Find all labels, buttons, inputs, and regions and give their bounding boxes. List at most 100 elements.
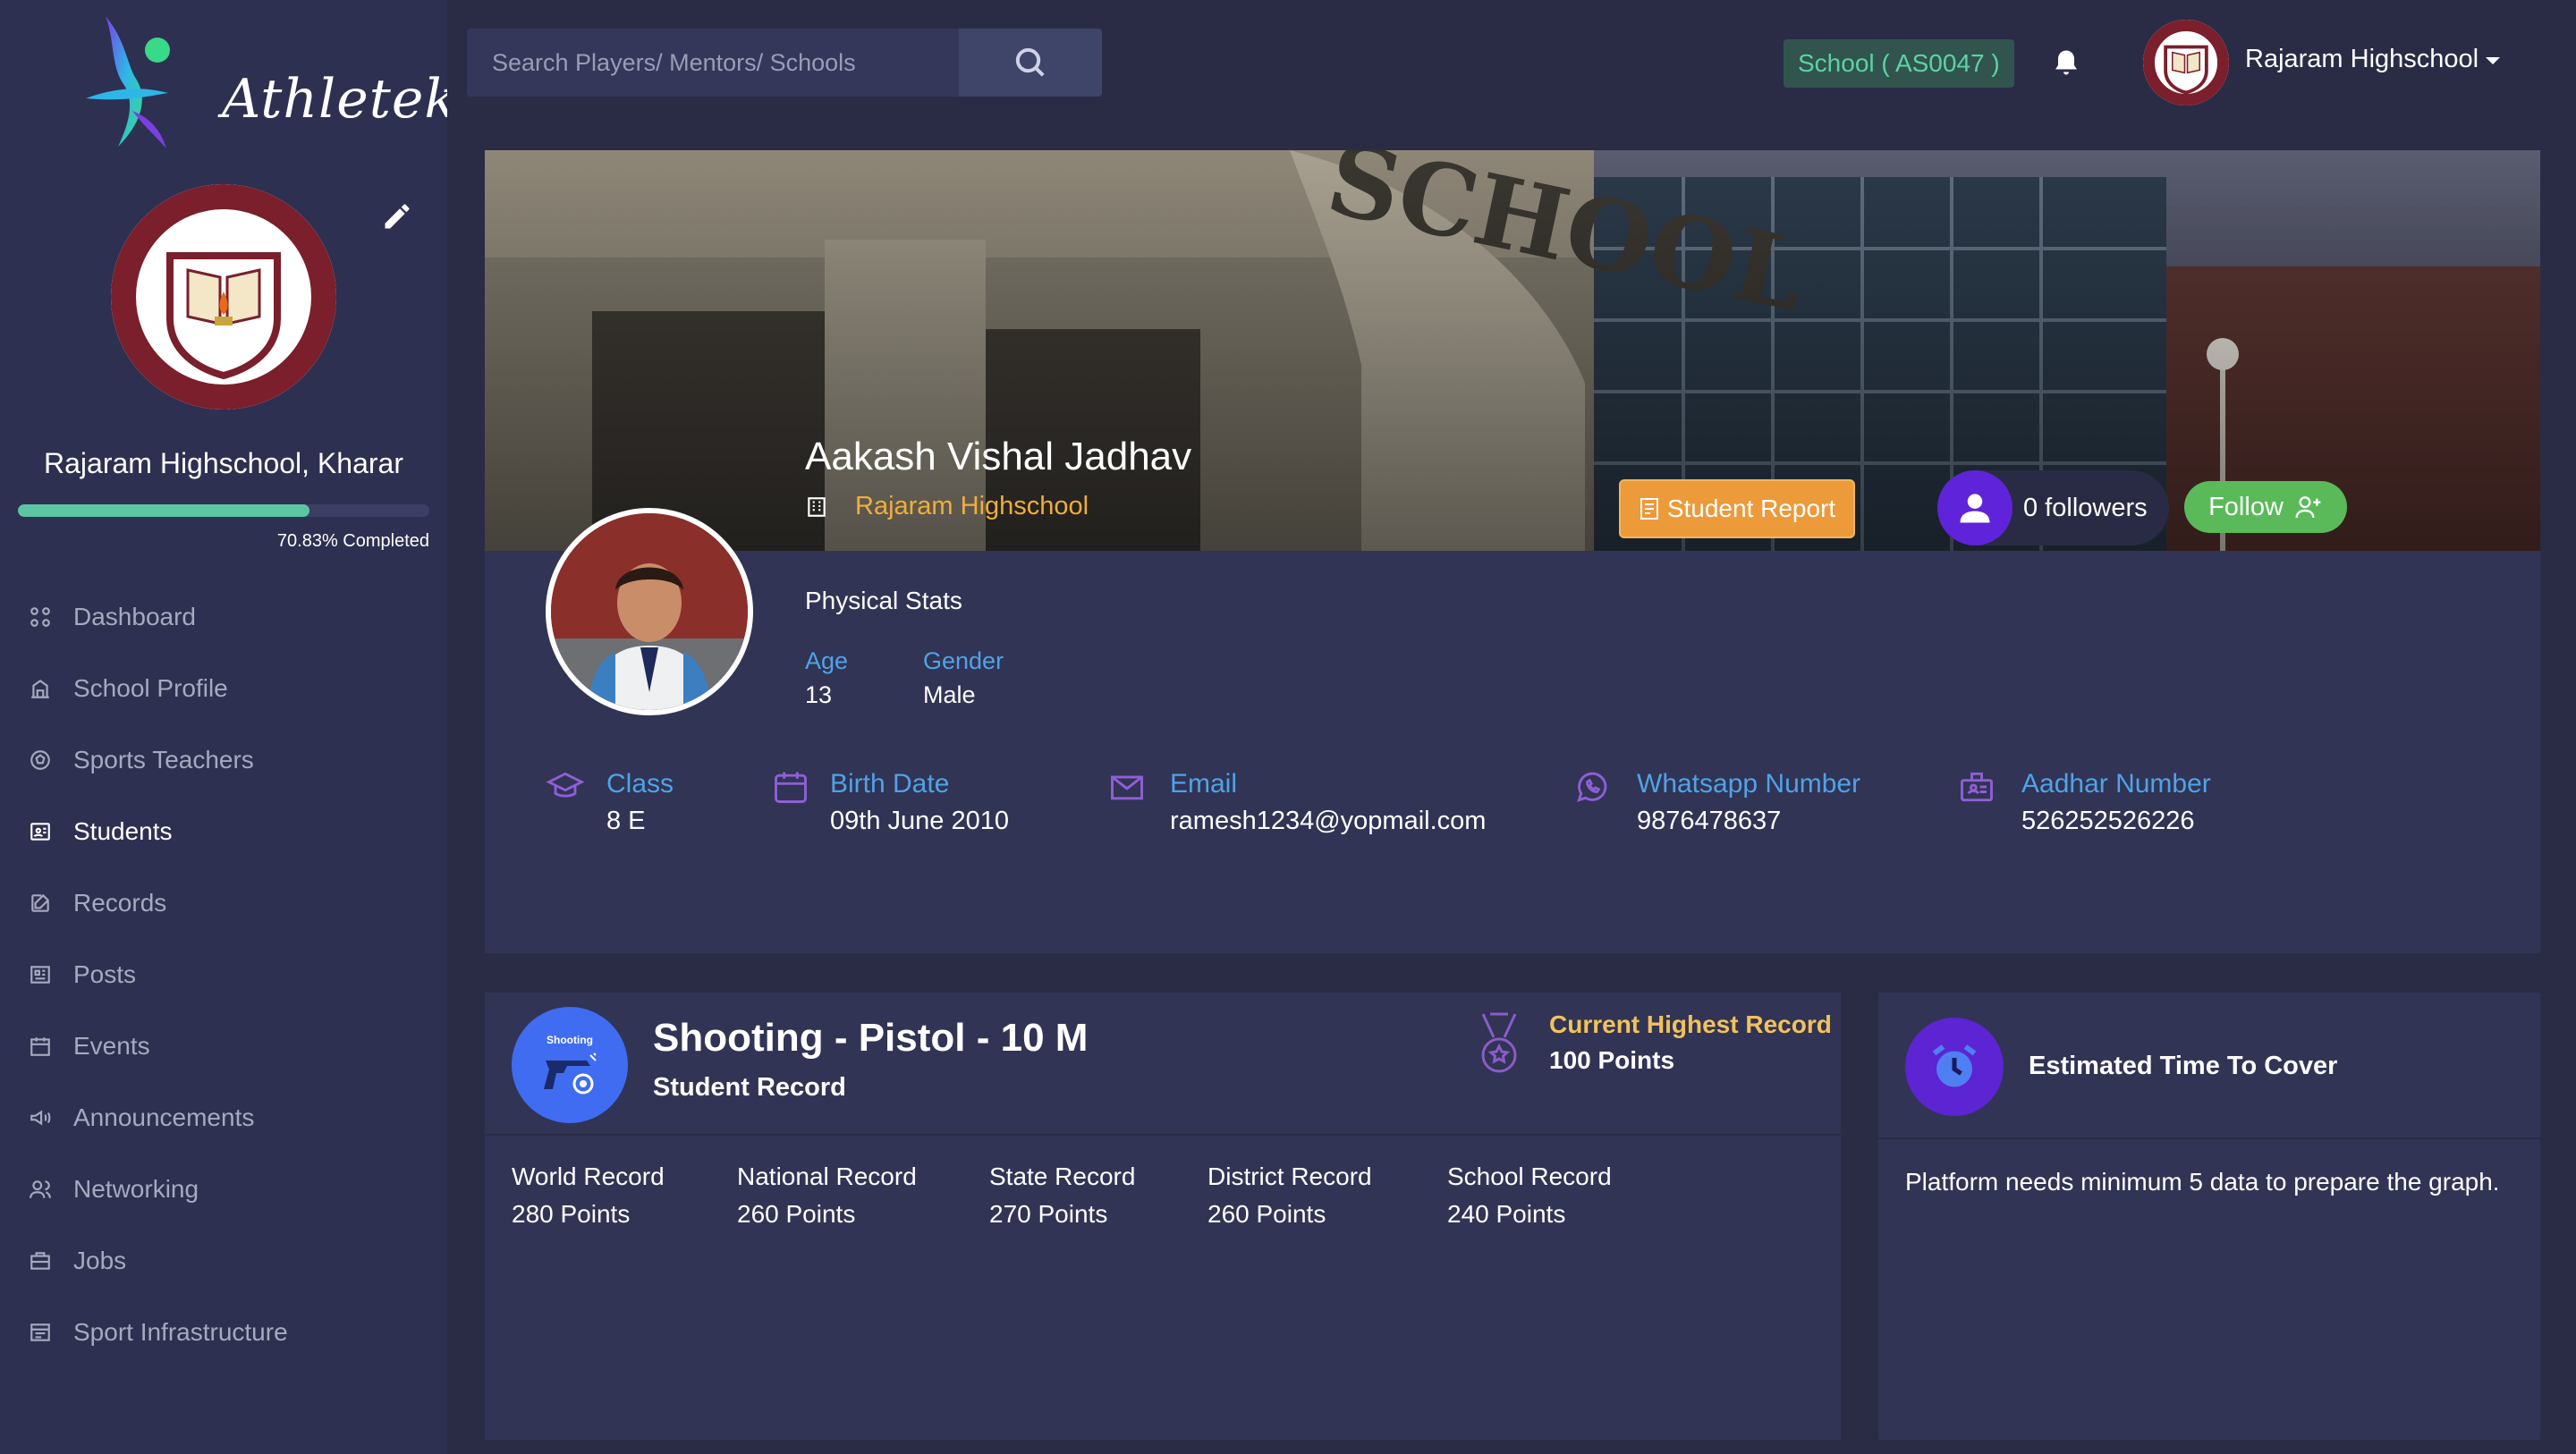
profile-progress-fill — [18, 504, 309, 517]
users-icon — [30, 1180, 51, 1198]
sidebar-item-label: Jobs — [73, 1247, 127, 1274]
student-name: Aakash Vishal Jadhav — [805, 435, 1192, 478]
student-photo-illustration — [551, 513, 748, 710]
whatsapp-value: 9876478637 — [1637, 807, 1782, 835]
record-value: 280 Points — [512, 1200, 631, 1228]
add-user-icon — [2295, 496, 2321, 519]
whatsapp-label: Whatsapp Number — [1637, 769, 1861, 799]
athletekar-logo[interactable]: Athletekar — [79, 13, 516, 156]
age-value: 13 — [805, 681, 833, 708]
medal-icon — [1481, 1012, 1517, 1073]
class-value: 8 E — [606, 807, 646, 835]
world-record: World Record 280 Points — [512, 1162, 665, 1229]
id-badge-icon — [1961, 772, 1993, 802]
caret-down-icon[interactable] — [2485, 55, 2501, 66]
sidebar-item-label: Dashboard — [73, 603, 196, 630]
person-icon — [1960, 494, 1990, 523]
building-icon — [808, 496, 826, 517]
school-logo-avatar — [111, 184, 336, 410]
alarm-clock-icon — [1932, 1044, 1977, 1087]
sidebar: Athletekar Rajaram Highschool, Kharar 70… — [0, 0, 516, 1454]
bell-icon[interactable] — [2050, 45, 2082, 80]
gender-label: Gender — [923, 647, 1004, 674]
estimated-time-card: Estimated Time To Cover Platform needs m… — [1878, 993, 2540, 1440]
sidebar-item-label: Events — [73, 1032, 150, 1060]
soccer-ball-icon — [30, 750, 50, 770]
sidebar-item-posts[interactable]: Posts — [0, 939, 447, 1010]
student-school-link[interactable]: Rajaram Highschool — [805, 492, 1089, 521]
school-id-badge: School ( AS0047 ) — [1784, 39, 2014, 88]
followers-label: 0 followers — [2023, 493, 2148, 522]
sport-title: Shooting - Pistol - 10 M — [653, 1016, 1089, 1060]
infrastructure-icon — [30, 1323, 50, 1341]
student-profile-card: SCHOOL Aakash Vishal Jadhav Rajaram High… — [485, 150, 2540, 953]
record-label: School Record — [1447, 1162, 1612, 1190]
sidebar-item-label: Records — [73, 889, 167, 917]
sidebar-item-events[interactable]: Events — [0, 1010, 447, 1082]
building-icon — [31, 680, 49, 698]
user-icon — [1937, 470, 2012, 545]
age-label: Age — [805, 647, 849, 674]
pistol-icon — [544, 1052, 597, 1095]
sidebar-item-sports-teachers[interactable]: Sports Teachers — [0, 724, 447, 796]
user-avatar[interactable] — [2143, 20, 2229, 106]
followers-count: 0 followers — [1937, 470, 2169, 545]
search-button[interactable] — [959, 29, 1102, 97]
school-crest-icon — [111, 184, 336, 410]
sidebar-item-label: School Profile — [73, 674, 228, 702]
search-input[interactable] — [467, 29, 959, 97]
student-record-card: Shooting Shooting - Pistol - 10 M Studen… — [485, 993, 1841, 1440]
calendar-icon — [775, 772, 807, 803]
school-crest-icon — [2143, 20, 2229, 106]
sidebar-item-label: Sport Infrastructure — [73, 1318, 288, 1346]
document-icon — [1640, 498, 1658, 520]
profile-progress-bar — [18, 504, 429, 517]
sidebar-item-records[interactable]: Records — [0, 867, 447, 939]
student-avatar — [546, 508, 753, 715]
sidebar-item-jobs[interactable]: Jobs — [0, 1225, 447, 1297]
aadhar-label: Aadhar Number — [2021, 769, 2211, 799]
newspaper-icon — [30, 966, 50, 984]
user-name-dropdown[interactable]: Rajaram Highschool — [2245, 45, 2479, 74]
record-label: District Record — [1208, 1162, 1372, 1190]
record-label: National Record — [737, 1162, 917, 1190]
megaphone-icon — [30, 1110, 51, 1126]
sidebar-item-dashboard[interactable]: Dashboard — [0, 581, 447, 653]
record-value: 240 Points — [1447, 1200, 1566, 1228]
record-header: Shooting Shooting - Pistol - 10 M Studen… — [485, 993, 1841, 1136]
sidebar-item-school-profile[interactable]: School Profile — [0, 653, 447, 724]
current-highest-record-value: 100 Points — [1549, 1046, 1675, 1074]
record-value: 260 Points — [737, 1200, 856, 1228]
email-value: ramesh1234@yopmail.com — [1170, 807, 1487, 835]
sidebar-item-sport-infrastructure[interactable]: Sport Infrastructure — [0, 1297, 447, 1368]
sidebar-item-announcements[interactable]: Announcements — [0, 1082, 447, 1154]
sidebar-nav: Dashboard School Profile Sports Teachers… — [0, 581, 447, 1368]
profile-progress-label: 70.83% Completed — [276, 531, 429, 551]
aadhar-value: 526252526226 — [2021, 807, 2195, 835]
birth-date-label: Birth Date — [830, 769, 950, 799]
edit-record-icon — [31, 893, 50, 912]
school-record: School Record 240 Points — [1447, 1162, 1612, 1229]
alarm-clock-badge — [1905, 1018, 2004, 1116]
sidebar-item-networking[interactable]: Networking — [0, 1154, 447, 1225]
athlete-figure-icon — [86, 16, 170, 148]
record-value: 260 Points — [1208, 1200, 1326, 1228]
pencil-edit-icon[interactable] — [381, 200, 413, 232]
grid-icon — [30, 607, 50, 627]
physical-stats-title: Physical Stats — [805, 587, 962, 614]
sidebar-item-students[interactable]: Students — [0, 796, 447, 867]
class-label: Class — [606, 769, 674, 799]
estimate-header: Estimated Time To Cover — [1878, 993, 2540, 1139]
sport-subtitle: Student Record — [653, 1073, 846, 1102]
follow-button[interactable]: Follow — [2184, 481, 2347, 533]
whatsapp-icon — [1577, 772, 1607, 802]
calendar-icon — [30, 1037, 50, 1056]
follow-label: Follow — [2208, 492, 2284, 521]
current-highest-record-label: Current Highest Record — [1549, 1010, 1832, 1038]
school-name: Rajaram Highschool, Kharar — [44, 447, 403, 479]
birth-date-value: 09th June 2010 — [830, 807, 1009, 835]
student-report-button[interactable]: Student Report — [1619, 479, 1855, 538]
sidebar-item-label: Announcements — [73, 1103, 255, 1131]
estimate-message: Platform needs minimum 5 data to prepare… — [1905, 1168, 2500, 1196]
record-label: State Record — [989, 1162, 1136, 1190]
